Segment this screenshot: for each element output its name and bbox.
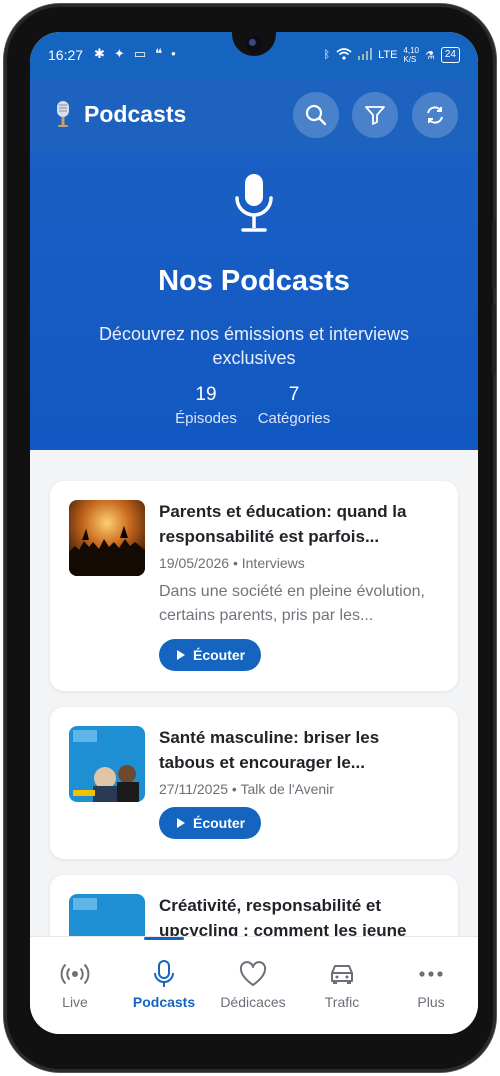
- studio-mic-icon: [57, 101, 69, 127]
- hero-section: Nos Podcasts Découvrez nos émissions et …: [30, 152, 478, 450]
- network-type: LTE: [378, 49, 398, 61]
- battery-indicator: 24: [440, 47, 460, 63]
- nav-plus[interactable]: Plus: [386, 937, 476, 1034]
- nav-label: Plus: [417, 994, 445, 1010]
- nav-label: Podcasts: [132, 994, 196, 1010]
- episode-title: Santé masculine: briser les tabous et en…: [159, 728, 380, 772]
- more-icon: [419, 971, 443, 977]
- dot-icon: •: [171, 46, 176, 61]
- search-icon: [305, 104, 327, 126]
- system-icons: ᛒ LTE 4,10 K/S ⚗ 24: [323, 46, 460, 64]
- episode-card[interactable]: Parents et éducation: quand la responsab…: [50, 481, 458, 691]
- nav-label: Trafic: [324, 994, 360, 1010]
- screen: 16:27 ✱ ✦ ▭ ❝ • ᛒ LTE 4,10 K/S ⚗ 24 Podc…: [30, 32, 478, 1034]
- hero-title: Nos Podcasts: [158, 265, 350, 297]
- play-icon: [177, 818, 185, 828]
- nav-dedicaces[interactable]: Dédicaces: [208, 937, 298, 1034]
- episode-meta: 27/11/2025 • Talk de l'Avenir: [159, 781, 334, 797]
- chat-bubble-icon: ❝: [155, 46, 163, 61]
- slack-icon: ✱: [94, 46, 105, 61]
- stat-episodes: 19 Épisodes: [170, 384, 242, 427]
- stat-label: Épisodes: [175, 410, 237, 427]
- phone-frame: 16:27 ✱ ✦ ▭ ❝ • ᛒ LTE 4,10 K/S ⚗ 24 Podc…: [4, 4, 496, 1072]
- stat-value: 19: [195, 384, 217, 405]
- play-icon: [177, 650, 185, 660]
- episode-list[interactable]: Parents et éducation: quand la responsab…: [30, 460, 478, 940]
- refresh-button[interactable]: [412, 92, 458, 138]
- listen-button-label: Écouter: [193, 647, 246, 663]
- app-title: Podcasts: [52, 100, 186, 128]
- nav-trafic[interactable]: Trafic: [297, 937, 387, 1034]
- sparkle-icon: ✦: [113, 46, 125, 61]
- listen-button[interactable]: Écouter: [159, 639, 262, 671]
- microphone-icon: [235, 174, 273, 232]
- episode-title: Créativité, responsabilité et upcycling …: [159, 896, 407, 940]
- search-button[interactable]: [293, 92, 339, 138]
- wifi-icon: [336, 47, 352, 63]
- active-indicator: [144, 937, 184, 940]
- episode-thumbnail: [69, 500, 145, 576]
- speed-indicator: 4,10 K/S: [403, 46, 419, 64]
- filter-icon: [365, 106, 385, 125]
- refresh-icon: [427, 106, 443, 124]
- episode-thumbnail: [69, 894, 145, 940]
- nav-live[interactable]: Live: [30, 937, 120, 1034]
- camera: [246, 36, 262, 52]
- microphone-icon: [154, 960, 174, 987]
- message-icon: ▭: [133, 46, 147, 61]
- status-time: 16:27: [48, 47, 84, 63]
- signal-icon: [358, 47, 373, 63]
- hero-description: Découvrez nos émissions et interviews ex…: [98, 324, 410, 368]
- heart-icon: [239, 961, 267, 986]
- episode-description: Dans une société en pleine évolution, ce…: [159, 583, 425, 624]
- episode-title: Parents et éducation: quand la responsab…: [159, 502, 407, 546]
- stat-label: Catégories: [257, 410, 331, 427]
- listen-button-label: Écouter: [193, 815, 246, 831]
- broadcast-icon: [60, 963, 90, 985]
- bottom-navigation: Live Podcasts Dédicaces Trafic Plus: [30, 936, 478, 1034]
- flask-icon: ⚗: [425, 49, 435, 62]
- nav-label: Live: [62, 994, 88, 1010]
- episode-meta: 19/05/2026 • Interviews: [159, 555, 305, 571]
- episode-card[interactable]: Créativité, responsabilité et upcycling …: [50, 875, 458, 940]
- stat-categories: 7 Catégories: [252, 384, 336, 427]
- nav-podcasts[interactable]: Podcasts: [119, 937, 209, 1034]
- filter-button[interactable]: [352, 92, 398, 138]
- episode-thumbnail: [69, 726, 145, 802]
- stat-value: 7: [288, 384, 300, 405]
- nav-label: Dédicaces: [220, 994, 286, 1010]
- listen-button[interactable]: Écouter: [159, 807, 262, 839]
- power-button: [492, 304, 496, 374]
- episode-card[interactable]: Santé masculine: briser les tabous et en…: [50, 707, 458, 859]
- app-title-text: Podcasts: [84, 100, 187, 127]
- volume-button: [492, 219, 496, 289]
- app-bar: Podcasts: [30, 78, 478, 152]
- bluetooth-icon: ᛒ: [323, 49, 331, 61]
- notification-icons: ✱ ✦ ▭ ❝ •: [94, 46, 176, 62]
- car-icon: [331, 965, 353, 984]
